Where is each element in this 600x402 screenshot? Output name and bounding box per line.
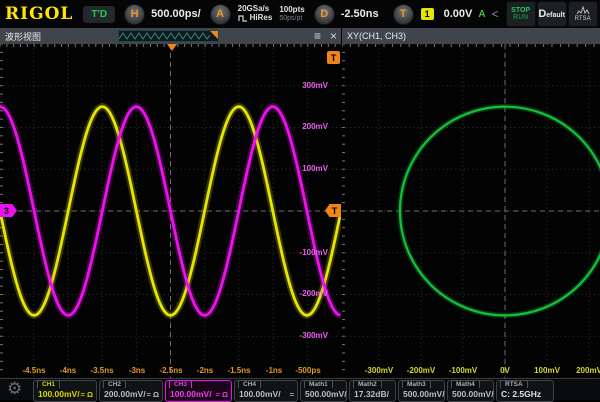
timebase-overview[interactable]: [118, 30, 219, 42]
quick-buttons: STOP RUN Default RTSA 测量: [505, 1, 600, 27]
delay-value[interactable]: -2.50ns: [341, 8, 379, 20]
trigger-position-icon[interactable]: [167, 44, 177, 51]
channel-box-rtsa[interactable]: RTSA C: 2.5GHz: [496, 380, 554, 402]
xy-tick: -100mV: [449, 366, 477, 375]
display-area: 波形视图 ≡ × XY(CH1, CH3) T T 3 -4.5ns -4: [0, 28, 600, 378]
channel-status-bar: ⚙ CH1 100.00mV/ = Ω CH2 200.00mV/ = Ω CH…: [0, 378, 600, 400]
rigol-logo: RIGOL: [5, 4, 73, 24]
trigger-time-flag[interactable]: T: [327, 51, 340, 64]
acquire-knob-button[interactable]: A: [210, 4, 231, 25]
waveform-plot-area[interactable]: T T 3 -4.5ns -4ns -3.5ns -3ns -2.5ns -2n…: [0, 44, 341, 378]
channel-box-math2[interactable]: Math2 17.32dB/: [349, 380, 396, 402]
time-tick: -4ns: [60, 366, 76, 375]
collapse-chevron-icon[interactable]: <: [492, 7, 499, 21]
volt-tick: 200mV: [302, 122, 328, 131]
default-button[interactable]: Default: [537, 1, 567, 27]
volt-tick: 300mV: [302, 81, 328, 90]
xy-tick: 100mV: [534, 366, 560, 375]
waveform-plot: [0, 44, 341, 378]
trigger-status-badge: T'D: [83, 6, 115, 23]
channel-box-ch4[interactable]: CH4 100.00mV/ =: [234, 380, 298, 402]
memory-depth: 100pts: [279, 6, 304, 15]
xy-plot: [342, 44, 600, 378]
waveform-view-header: 波形视图 ≡ ×: [0, 28, 341, 44]
top-status-bar: RIGOL T'D H 500.00ps/ A 20GSa/s HiRes 10…: [0, 0, 600, 28]
waveform-view-title: 波形视图: [5, 30, 41, 43]
volt-tick: 100mV: [302, 164, 328, 173]
time-tick: -3.5ns: [90, 366, 113, 375]
horizontal-knob-button[interactable]: H: [124, 4, 145, 25]
channel-box-math1[interactable]: Math1 500.00mV/: [300, 380, 347, 402]
time-tick: -1.5ns: [227, 366, 250, 375]
acquire-mode: HiRes: [250, 14, 273, 23]
oscilloscope-screen: RIGOL T'D H 500.00ps/ A 20GSa/s HiRes 10…: [0, 0, 600, 400]
xy-tick: -200mV: [407, 366, 435, 375]
stop-run-button[interactable]: STOP RUN: [506, 1, 536, 27]
channel-box-ch2[interactable]: CH2 200.00mV/ = Ω: [99, 380, 163, 402]
channel-box-math4[interactable]: Math4 500.00mV/: [447, 380, 494, 402]
memory-info: 100pts 50ps/pt: [279, 6, 304, 22]
volt-tick: -100mV: [300, 248, 328, 257]
trigger-level-value[interactable]: 0.00V: [444, 8, 473, 20]
xy-tick: 200mV: [576, 366, 600, 375]
channel-box-ch3[interactable]: CH3 100.00mV/ = Ω: [165, 380, 232, 402]
gear-icon[interactable]: ⚙: [7, 379, 22, 399]
xy-tick: 0V: [500, 366, 510, 375]
time-tick: -4.5ns: [22, 366, 45, 375]
hires-icon: [238, 14, 248, 22]
time-tick: -1ns: [266, 366, 282, 375]
xy-view-title: XY(CH1, CH3): [347, 31, 406, 41]
channel-box-math3[interactable]: Math3 500.00mV/: [398, 380, 445, 402]
volt-tick: -200mV: [300, 289, 328, 298]
trigger-knob-button[interactable]: T: [393, 4, 414, 25]
volt-tick: -300mV: [300, 331, 328, 340]
overview-window-marker[interactable]: [210, 31, 218, 39]
time-tick: -500ps: [295, 366, 320, 375]
spectrum-icon: [576, 6, 590, 15]
time-tick: -3ns: [129, 366, 145, 375]
xy-tick: -300mV: [365, 366, 393, 375]
time-tick: -2.5ns: [159, 366, 182, 375]
xy-view-header: XY(CH1, CH3): [342, 28, 600, 44]
delay-knob-button[interactable]: D: [314, 4, 335, 25]
horizontal-scale-value[interactable]: 500.00ps/: [151, 8, 201, 20]
close-icon[interactable]: ×: [330, 30, 337, 42]
channel-box-ch1[interactable]: CH1 100.00mV/ = Ω: [33, 380, 97, 402]
xy-plot-area[interactable]: -300mV -200mV -100mV 0V 100mV 200mV: [342, 44, 600, 378]
rtsa-button[interactable]: RTSA: [568, 1, 598, 27]
trigger-source-badge[interactable]: 1: [421, 8, 434, 20]
time-tick: -2ns: [197, 366, 213, 375]
time-resolution: 50ps/pt: [279, 15, 304, 23]
acquire-info[interactable]: 20GSa/s HiRes: [238, 5, 273, 23]
trigger-sweep-mode: A: [478, 9, 485, 20]
menu-icon[interactable]: ≡: [314, 30, 321, 42]
